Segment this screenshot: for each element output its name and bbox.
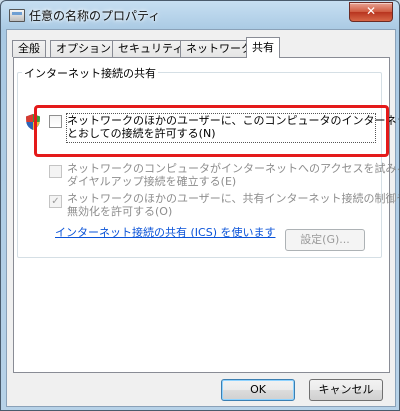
sharing-tab-panel: インターネット接続の共有 ネットワークのほかのユーザーに、このコンピュータのイン… xyxy=(13,57,399,373)
dialup-checkbox[interactable] xyxy=(49,165,62,178)
dialup-label-line1: ネットワークのコンピュータがインターネットへのアクセスを試みるたびに xyxy=(67,162,399,175)
allow-sharing-label[interactable]: ネットワークのほかのユーザーに、このコンピュータのインターネット接続を とおして… xyxy=(67,114,399,140)
allow-sharing-label-line1: ネットワークのほかのユーザーに、このコンピュータのインターネット接続を xyxy=(67,114,399,127)
dialup-label-line2: ダイヤルアップ接続を確立する(E) xyxy=(67,175,237,188)
dialup-label: ネットワークのコンピュータがインターネットへのアクセスを試みるたびに ダイヤルア… xyxy=(67,162,399,188)
allow-sharing-checkbox[interactable] xyxy=(49,115,62,128)
allow-control-label-line1: ネットワークのほかのユーザーに、共有インターネット接続の制御や xyxy=(67,192,400,205)
properties-window: 任意の名称のプロパティ ✕ 全般 オプション セキュリティ ネットワーク 共有 … xyxy=(0,0,400,411)
uac-shield-icon xyxy=(26,114,40,130)
tab-options[interactable]: オプション xyxy=(50,40,117,57)
window-title: 任意の名称のプロパティ xyxy=(29,9,161,23)
allow-sharing-label-line2: とおしての接続を許可する(N) xyxy=(67,127,216,140)
cancel-button[interactable]: キャンセル xyxy=(309,379,383,401)
settings-button[interactable]: 設定(G)... xyxy=(285,229,365,251)
allow-control-label-line2: 無効化を許可する(O) xyxy=(67,205,173,218)
ics-group-label: インターネット接続の共有 xyxy=(22,65,158,81)
allow-control-label: ネットワークのほかのユーザーに、共有インターネット接続の制御や 無効化を許可する… xyxy=(67,192,400,218)
tab-security[interactable]: セキュリティ xyxy=(112,40,190,57)
close-button[interactable]: ✕ xyxy=(349,2,393,22)
ics-help-link[interactable]: インターネット接続の共有 (ICS) を使います xyxy=(55,224,275,240)
tab-general[interactable]: 全般 xyxy=(12,40,46,57)
ok-button[interactable]: OK xyxy=(221,379,295,401)
dialog-client-area: 全般 オプション セキュリティ ネットワーク 共有 インターネット接続の共有 ネ… xyxy=(6,29,399,407)
title-bar[interactable]: 任意の名称のプロパティ ✕ xyxy=(1,1,399,29)
tab-sharing[interactable]: 共有 xyxy=(246,37,280,58)
allow-control-checkbox[interactable]: ✓ xyxy=(49,195,62,208)
network-connection-icon xyxy=(9,9,25,22)
